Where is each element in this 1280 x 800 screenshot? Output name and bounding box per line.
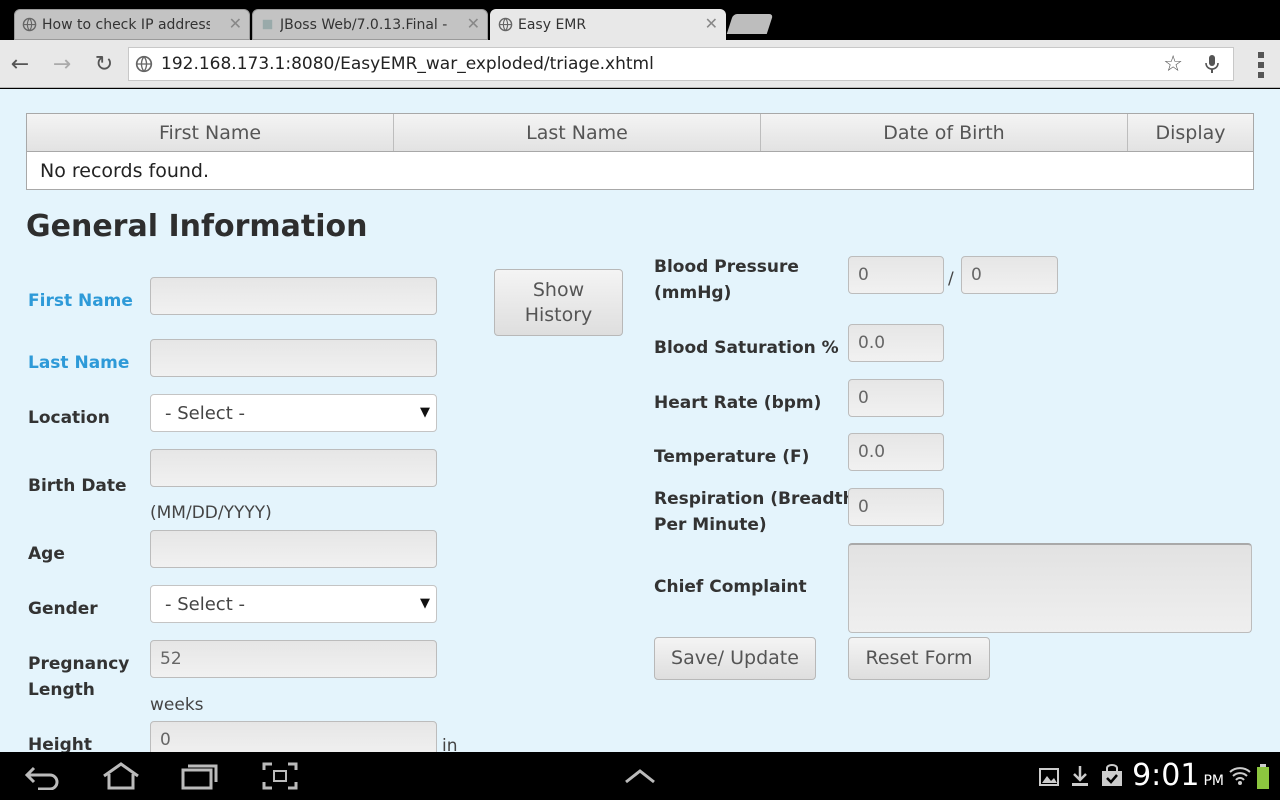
- bp-diastolic-field[interactable]: 0: [961, 256, 1058, 294]
- chevron-up-icon[interactable]: [624, 768, 656, 784]
- home-icon[interactable]: [100, 762, 142, 790]
- globe-icon: [498, 17, 513, 32]
- system-clock: 9:01 PM: [1132, 758, 1224, 793]
- first-name-field[interactable]: [150, 277, 437, 315]
- location-select[interactable]: - Select - ▼: [150, 394, 437, 432]
- first-name-label: First Name: [28, 291, 133, 311]
- url-text: 192.168.173.1:8080/EasyEMR_war_exploded/…: [161, 54, 654, 74]
- dropdown-arrow-icon: ▼: [420, 596, 430, 611]
- download-icon[interactable]: [1070, 764, 1090, 788]
- section-title: General Information: [26, 209, 368, 244]
- temperature-label: Temperature (F): [654, 447, 810, 467]
- location-selected-value: - Select -: [165, 402, 245, 424]
- wifi-icon: [1229, 767, 1251, 785]
- close-tab-icon[interactable]: ✕: [229, 14, 242, 33]
- browser-tab-jboss[interactable]: JBoss Web/7.0.13.Final - E ✕: [252, 9, 488, 40]
- back-icon[interactable]: [24, 764, 60, 790]
- browser-toolbar: ← → ↻ 192.168.173.1:8080/EasyEMR_war_exp…: [0, 40, 1280, 88]
- chief-complaint-textarea[interactable]: [848, 543, 1252, 633]
- shopping-bag-check-icon[interactable]: [1100, 764, 1124, 788]
- jboss-favicon-icon: [262, 19, 273, 30]
- gender-selected-value: - Select -: [165, 593, 245, 615]
- temperature-field[interactable]: 0.0: [848, 433, 944, 471]
- column-header[interactable]: Date of Birth: [761, 114, 1128, 151]
- blood-saturation-label: Blood Saturation %: [654, 338, 839, 358]
- bp-separator: /: [948, 269, 954, 289]
- microphone-icon[interactable]: [1205, 54, 1219, 74]
- respiration-field[interactable]: 0: [848, 488, 944, 526]
- last-name-field[interactable]: [150, 339, 437, 377]
- tab-title: How to check IP address in: [42, 16, 210, 33]
- age-label: Age: [28, 544, 65, 564]
- close-tab-icon[interactable]: ✕: [467, 14, 480, 33]
- back-arrow-icon[interactable]: ←: [8, 52, 32, 77]
- pregnancy-length-label: Pregnancy Length: [28, 654, 130, 700]
- android-system-bar: 9:01 PM: [0, 752, 1280, 800]
- column-header[interactable]: Display: [1128, 114, 1253, 151]
- height-unit-label: in: [442, 736, 458, 752]
- age-field[interactable]: [150, 530, 437, 568]
- save-update-button[interactable]: Save/ Update: [654, 637, 816, 680]
- tab-title: JBoss Web/7.0.13.Final - E: [280, 16, 448, 33]
- battery-icon: [1257, 764, 1269, 789]
- respiration-label: Respiration (Breadths Per Minute): [654, 489, 865, 535]
- column-header[interactable]: First Name: [27, 114, 394, 151]
- tab-title: Easy EMR: [518, 16, 587, 33]
- location-label: Location: [28, 408, 110, 428]
- heart-rate-label: Heart Rate (bpm): [654, 393, 822, 413]
- globe-icon: [22, 17, 37, 32]
- show-history-button[interactable]: Show History: [494, 269, 623, 336]
- globe-icon: [135, 55, 153, 73]
- bp-systolic-field[interactable]: 0: [848, 256, 944, 294]
- pregnancy-length-field[interactable]: 52: [150, 640, 437, 678]
- gender-label: Gender: [28, 599, 98, 619]
- reload-icon[interactable]: ↻: [92, 52, 116, 77]
- page-content: First Name Last Name Date of Birth Displ…: [0, 89, 1280, 752]
- gender-select[interactable]: - Select - ▼: [150, 585, 437, 623]
- reset-form-button[interactable]: Reset Form: [848, 637, 990, 680]
- chief-complaint-label: Chief Complaint: [654, 577, 807, 597]
- heart-rate-field[interactable]: 0: [848, 379, 944, 417]
- column-header[interactable]: Last Name: [394, 114, 761, 151]
- bookmark-star-icon[interactable]: ☆: [1163, 52, 1183, 77]
- screenshot-icon[interactable]: [262, 762, 298, 790]
- empty-message: No records found.: [40, 159, 210, 182]
- height-label: Height: [28, 735, 92, 752]
- birth-date-label: Birth Date: [28, 476, 127, 496]
- browser-tab-ip-address[interactable]: How to check IP address in ✕: [14, 9, 250, 40]
- pregnancy-unit-label: weeks: [150, 695, 204, 715]
- birth-date-field[interactable]: [150, 449, 437, 487]
- address-bar[interactable]: 192.168.173.1:8080/EasyEMR_war_exploded/…: [128, 47, 1234, 81]
- recent-apps-icon[interactable]: [180, 762, 220, 790]
- blood-pressure-label: Blood Pressure (mmHg): [654, 257, 799, 303]
- dropdown-arrow-icon: ▼: [420, 405, 430, 420]
- table-header: First Name Last Name Date of Birth Displ…: [27, 114, 1253, 152]
- birth-date-format-hint: (MM/DD/YYYY): [150, 503, 272, 523]
- patient-table: First Name Last Name Date of Birth Displ…: [26, 113, 1254, 190]
- last-name-label: Last Name: [28, 353, 130, 373]
- new-tab-button[interactable]: [726, 14, 774, 34]
- height-field[interactable]: 0: [150, 721, 437, 752]
- gallery-notification-icon[interactable]: [1038, 766, 1060, 788]
- browser-tab-easy-emr[interactable]: Easy EMR ✕: [490, 9, 726, 40]
- close-tab-icon[interactable]: ✕: [705, 14, 718, 33]
- menu-icon[interactable]: [1258, 52, 1266, 78]
- browser-tab-strip: How to check IP address in ✕ JBoss Web/7…: [0, 0, 1280, 40]
- blood-saturation-field[interactable]: 0.0: [848, 324, 944, 362]
- forward-arrow-icon[interactable]: →: [50, 52, 74, 77]
